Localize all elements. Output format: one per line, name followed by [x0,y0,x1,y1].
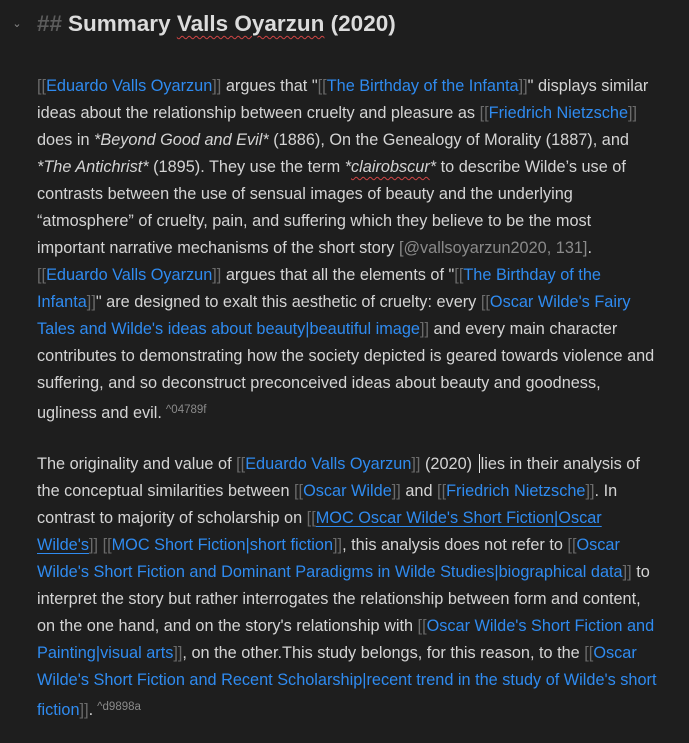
link-bracket-open: [[ [417,617,427,635]
link-bracket-close: ]] [86,293,96,311]
collapse-chevron-icon[interactable]: ⌄ [10,17,24,31]
paragraph-text: . [88,701,94,719]
heading-text-misspelled: Valls Oyarzun [176,11,325,36]
paragraph-text: and [400,482,438,500]
italic-title-beyond-good-and-evil: *Beyond Good and Evil* [94,131,269,149]
paragraph-originality[interactable]: The originality and value of [[Eduardo V… [37,451,662,724]
link-bracket-open: [[ [479,104,489,122]
link-bracket-open: [[ [37,266,47,284]
link-bracket-open: [[ [584,644,594,662]
paragraph-text: " are designed to exalt this aesthetic o… [95,293,481,311]
link-bracket-close: ]] [79,701,89,719]
heading-marker: ## [37,11,63,36]
paragraph-text: , on the other.This study belongs, for t… [182,644,585,662]
note-heading[interactable]: ## Summary Valls Oyarzun (2020) [37,6,396,42]
link-bracket-close: ]] [88,536,99,554]
link-bracket-open: [[ [294,482,304,500]
paragraph-text: does in [37,131,95,149]
link-bracket-close: ]] [212,266,222,284]
misspelled-word: clairobscur [351,158,430,176]
heading-text-post: (2020) [324,11,396,36]
link-bracket-close: ]] [628,104,638,122]
heading-text-pre: Summary [68,11,177,36]
paragraph-text: argues that all the elements of " [221,266,455,284]
link-bracket-open: [[ [437,482,447,500]
paragraph-text: (1886), On the Genealogy of Morality (18… [268,131,629,149]
link-bracket-open: [[ [306,509,316,527]
heading-row: ⌄ ## Summary Valls Oyarzun (2020) [0,6,689,42]
link-bracket-open: [[ [317,77,327,95]
link-bracket-close: ]] [622,563,632,581]
paragraph-text: argues that " [221,77,318,95]
paragraph-text: . [587,239,592,257]
citation-key[interactable]: [@vallsoyarzun2020, 131] [399,239,588,257]
link-bracket-open: [[ [454,266,464,284]
internal-link-author[interactable]: Eduardo Valls Oyarzun [245,455,411,473]
link-bracket-open: [[ [102,536,112,554]
internal-link-oscar-wilde[interactable]: Oscar Wilde [303,482,392,500]
paragraph-text: (2020) [420,455,477,473]
text-cursor [478,454,480,473]
block-id: ^04789f [165,404,207,416]
link-bracket-open: [[ [37,77,47,95]
link-bracket-close: ]] [585,482,595,500]
link-bracket-close: ]] [518,77,528,95]
link-bracket-close: ]] [212,77,222,95]
paragraph-text: The originality and value of [37,455,237,473]
italic-term-clairobscur: *clairobscur* [345,158,436,176]
internal-link-nietzsche[interactable]: Friedrich Nietzsche [446,482,585,500]
paragraph-text: , this analysis does not refer to [342,536,568,554]
paragraph-text: (1895). They use the term [148,158,345,176]
link-bracket-open: [[ [236,455,246,473]
link-bracket-close: ]] [333,536,343,554]
internal-link-birthday-infanta[interactable]: The Birthday of the Infanta [327,77,519,95]
internal-link-author[interactable]: Eduardo Valls Oyarzun [46,77,212,95]
link-bracket-close: ]] [391,482,401,500]
paragraph-summary[interactable]: [[Eduardo Valls Oyarzun]] argues that "[… [37,73,662,427]
block-id: ^d9898a [97,701,141,713]
internal-link-author[interactable]: Eduardo Valls Oyarzun [46,266,212,284]
internal-link-nietzsche[interactable]: Friedrich Nietzsche [489,104,628,122]
italic-title-antichrist: *The Antichrist* [37,158,149,176]
link-bracket-open: [[ [480,293,490,311]
internal-link-moc-short-fiction-alias[interactable]: MOC Short Fiction|short fiction [112,536,333,554]
link-bracket-close: ]] [419,320,430,338]
